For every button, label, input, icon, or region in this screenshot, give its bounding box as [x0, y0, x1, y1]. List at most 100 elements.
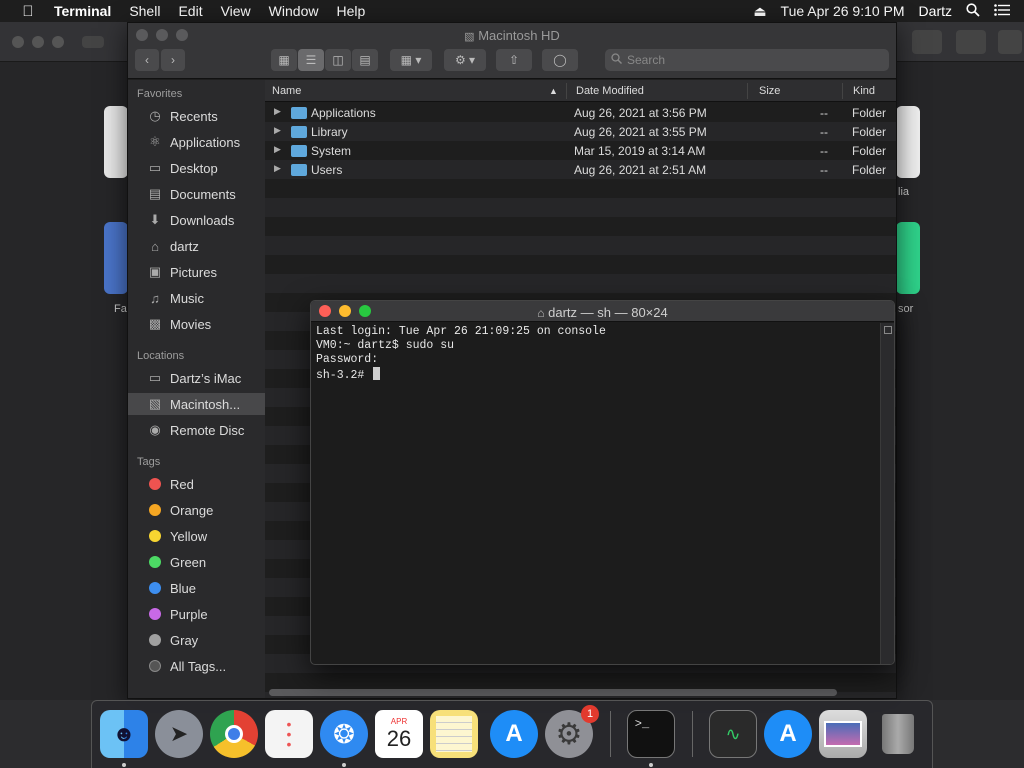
table-row[interactable]: ▶ Library Aug 26, 2021 at 3:55 PM -- Fol…	[265, 122, 896, 141]
dock-calendar[interactable]: APR 26	[375, 710, 423, 758]
sidebar-tag-green[interactable]: Green	[128, 551, 265, 573]
column-separator[interactable]	[842, 83, 843, 99]
column-header-name[interactable]: Name	[272, 85, 301, 97]
sidebar-item-applications[interactable]: ⚛ Applications	[128, 131, 265, 153]
column-header-date[interactable]: Date Modified	[576, 85, 644, 97]
terminal-scrollbar[interactable]	[880, 323, 894, 664]
background-tile[interactable]	[896, 106, 920, 178]
gallery-view-button[interactable]: ▤	[352, 49, 378, 71]
dock-safari[interactable]: ❂	[320, 710, 368, 758]
sidebar-item-macintosh-hd[interactable]: ▧ Macintosh...	[128, 393, 265, 415]
disclosure-triangle-icon[interactable]: ▶	[274, 106, 281, 117]
sidebar-item-label: Remote Disc	[170, 422, 245, 438]
sidebar-tag-gray[interactable]: Gray	[128, 629, 265, 651]
column-separator[interactable]	[747, 83, 748, 99]
sort-chevron-up-icon[interactable]: ▲	[549, 86, 558, 96]
spotlight-search-icon[interactable]	[966, 2, 980, 20]
column-header-size[interactable]: Size	[759, 85, 780, 97]
background-new-tab-button[interactable]	[998, 30, 1022, 54]
background-share-button[interactable]	[912, 30, 942, 54]
disk-icon: ▧	[464, 31, 475, 43]
table-row[interactable]: ▶ Applications Aug 26, 2021 at 3:56 PM -…	[265, 103, 896, 122]
sidebar-item-remote-disc[interactable]: ◉ Remote Disc	[128, 419, 265, 441]
sidebar-tag-yellow[interactable]: Yellow	[128, 525, 265, 547]
app-store-icon: A	[779, 720, 797, 747]
sidebar-all-tags[interactable]: All Tags...	[128, 655, 265, 677]
dock-launchpad[interactable]: ➤	[155, 710, 203, 758]
sidebar-item-imac[interactable]: ▭ Dartz’s iMac	[128, 367, 265, 389]
menu-window[interactable]: Window	[260, 3, 328, 19]
notification-center-icon[interactable]	[994, 3, 1010, 19]
table-row[interactable]: ▶ Users Aug 26, 2021 at 2:51 AM -- Folde…	[265, 160, 896, 179]
column-view-button[interactable]: ◫	[325, 49, 351, 71]
dock-preview[interactable]	[819, 710, 867, 758]
menu-edit[interactable]: Edit	[169, 3, 211, 19]
disclosure-triangle-icon[interactable]: ▶	[274, 125, 281, 136]
menu-help[interactable]: Help	[327, 3, 374, 19]
icon-view-button[interactable]: ▦	[271, 49, 297, 71]
disclosure-triangle-icon[interactable]: ▶	[274, 163, 281, 174]
tag-button[interactable]: ◯	[542, 49, 578, 71]
dock-terminal[interactable]: >_	[627, 710, 675, 758]
table-row[interactable]: ▶ System Mar 15, 2019 at 3:14 AM -- Fold…	[265, 141, 896, 160]
sidebar-tag-purple[interactable]: Purple	[128, 603, 265, 625]
finder-search-input[interactable]: Search	[605, 49, 889, 71]
sidebar-tag-blue[interactable]: Blue	[128, 577, 265, 599]
tag-color-dot	[149, 608, 161, 620]
file-date: Aug 26, 2021 at 3:56 PM	[574, 106, 707, 120]
eject-icon[interactable]: ⏏	[753, 3, 766, 20]
sidebar-item-desktop[interactable]: ▭ Desktop	[128, 157, 265, 179]
sidebar-item-pictures[interactable]: ▣ Pictures	[128, 261, 265, 283]
horizontal-scrollbar[interactable]	[269, 689, 837, 696]
sidebar-tag-orange[interactable]: Orange	[128, 499, 265, 521]
file-size: --	[820, 163, 828, 177]
background-zoom-button[interactable]	[52, 36, 64, 48]
menubar-user[interactable]: Dartz	[919, 3, 952, 19]
menu-app-terminal[interactable]: Terminal	[48, 3, 120, 19]
background-tabs-button[interactable]	[956, 30, 986, 54]
finder-title: ▧ Macintosh HD	[128, 28, 896, 43]
dock-finder[interactable]: ☻	[100, 710, 148, 758]
dock-chrome[interactable]	[210, 710, 258, 758]
file-size: --	[820, 144, 828, 158]
back-button[interactable]: ‹	[135, 49, 159, 71]
dock-app-store[interactable]: A	[490, 710, 538, 758]
group-by-button[interactable]: ▦ ▾	[390, 49, 432, 71]
scrollbar-square-icon[interactable]	[884, 326, 892, 334]
dock-app-store-download[interactable]: A	[764, 710, 812, 758]
dock-notes[interactable]	[430, 710, 478, 758]
action-gear-button[interactable]: ⚙ ▾	[444, 49, 486, 71]
dock-activity-monitor[interactable]: ∿	[709, 710, 757, 758]
sidebar-item-label: Red	[170, 476, 194, 492]
background-back-button[interactable]	[82, 36, 104, 48]
terminal-output[interactable]: Last login: Tue Apr 26 21:09:25 on conso…	[316, 325, 606, 383]
background-minimize-button[interactable]	[32, 36, 44, 48]
background-close-button[interactable]	[12, 36, 24, 48]
sidebar-item-recents[interactable]: ◷ Recents	[128, 105, 265, 127]
sidebar-item-downloads[interactable]: ⬇ Downloads	[128, 209, 265, 231]
list-view-button[interactable]: ☰	[298, 49, 324, 71]
sidebar-item-documents[interactable]: ▤ Documents	[128, 183, 265, 205]
background-tile[interactable]	[104, 106, 128, 178]
sidebar-item-music[interactable]: ♫ Music	[128, 287, 265, 309]
dock-system-preferences[interactable]: ⚙ 1	[545, 705, 599, 758]
dock-reminders[interactable]: • • •	[265, 710, 313, 758]
sidebar-tag-red[interactable]: Red	[128, 473, 265, 495]
disclosure-triangle-icon[interactable]: ▶	[274, 144, 281, 155]
rocket-icon: ➤	[169, 721, 189, 746]
file-date: Aug 26, 2021 at 3:55 PM	[574, 125, 707, 139]
sidebar-item-label: Movies	[170, 316, 212, 332]
forward-button[interactable]: ›	[161, 49, 185, 71]
column-header-kind[interactable]: Kind	[853, 85, 875, 97]
menu-shell[interactable]: Shell	[120, 3, 169, 19]
sidebar-item-movies[interactable]: ▩ Movies	[128, 313, 265, 335]
column-separator[interactable]	[566, 83, 567, 99]
menubar-clock[interactable]: Tue Apr 26 9:10 PM	[781, 3, 905, 19]
dock-trash[interactable]	[874, 710, 922, 758]
share-button[interactable]: ⇧	[496, 49, 532, 71]
apple-menu-icon[interactable]: 	[18, 3, 38, 20]
background-tile[interactable]	[104, 222, 128, 294]
sidebar-item-dartz[interactable]: ⌂ dartz	[128, 235, 265, 257]
background-tile[interactable]	[896, 222, 920, 294]
menu-view[interactable]: View	[212, 3, 260, 19]
